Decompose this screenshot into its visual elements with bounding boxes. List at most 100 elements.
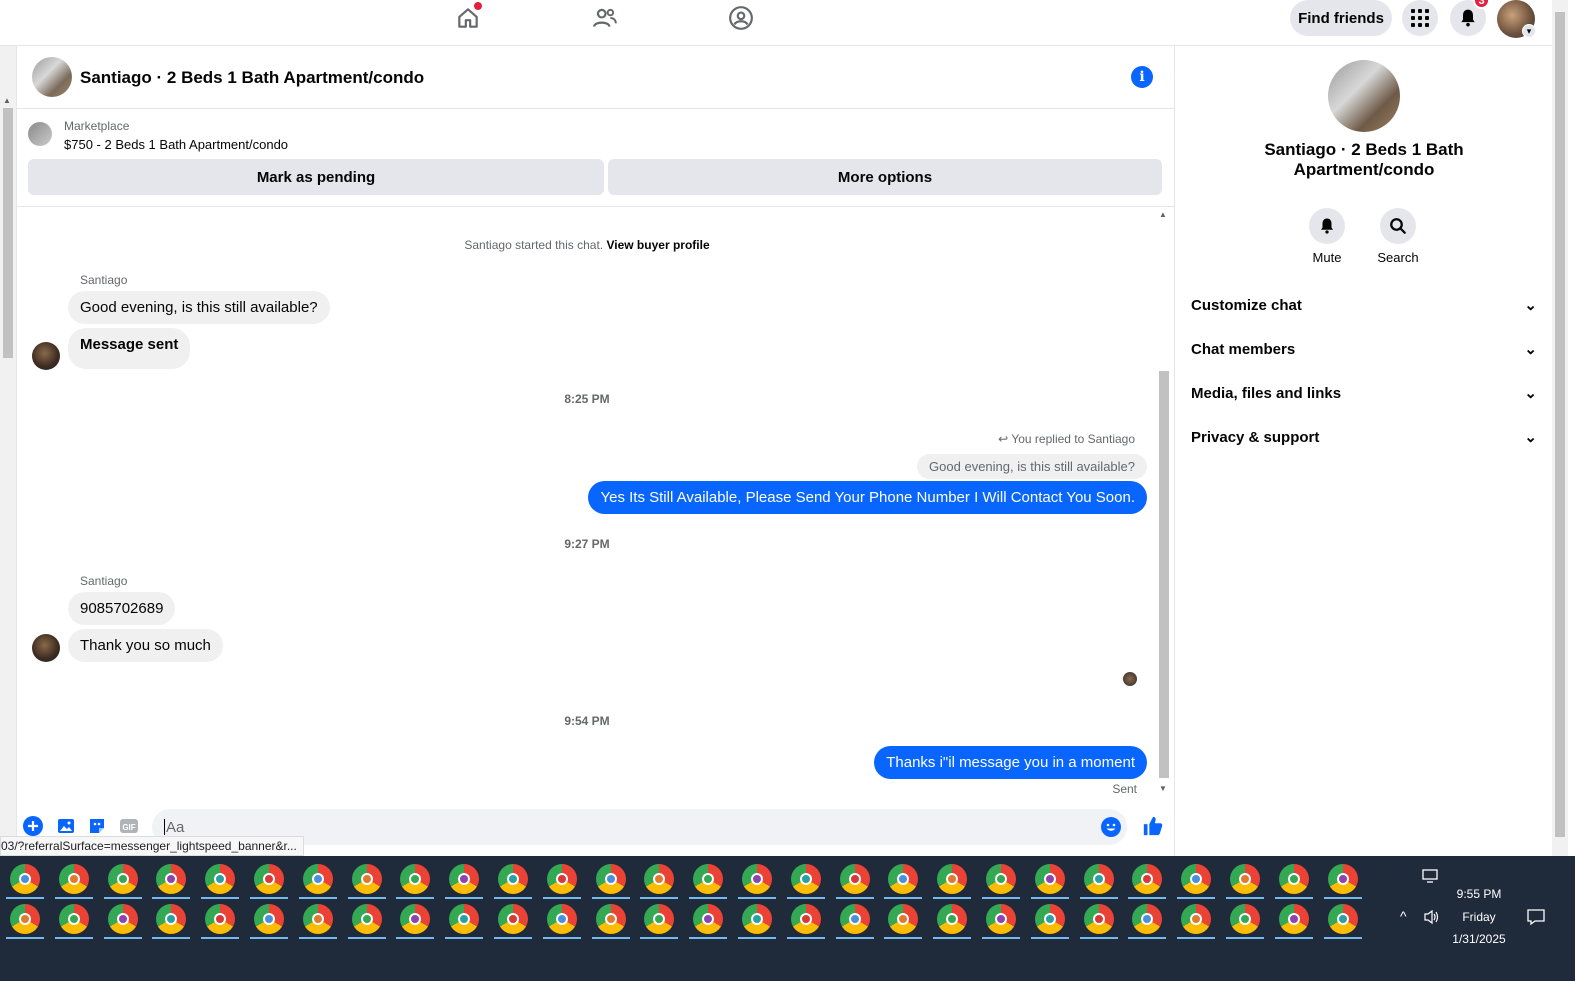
notifications-bell-icon[interactable]: 3 — [1450, 0, 1490, 36]
clock-time[interactable]: 9:55 PM — [1452, 887, 1506, 901]
more-options-button[interactable]: More options — [608, 159, 1162, 195]
chat-info-avatar[interactable] — [1328, 60, 1400, 132]
chrome-taskbar-icon[interactable] — [498, 904, 528, 934]
messages-scrollbar[interactable]: ▲ ▼ — [1157, 208, 1171, 798]
chat-title[interactable]: Santiago · 2 Beds 1 Bath Apartment/condo — [80, 68, 424, 88]
chrome-taskbar-icon[interactable] — [400, 864, 431, 894]
sender-avatar[interactable] — [32, 342, 60, 370]
bell-icon[interactable] — [1309, 208, 1345, 244]
chrome-taskbar-icon[interactable] — [254, 864, 284, 894]
chrome-taskbar-icon[interactable] — [10, 904, 40, 934]
outgoing-message[interactable]: Yes Its Still Available, Please Send You… — [588, 481, 1147, 514]
chevron-down-icon[interactable]: ▾ — [1522, 24, 1536, 38]
chrome-taskbar-icon[interactable] — [10, 864, 40, 894]
chrome-taskbar-icon[interactable] — [888, 904, 919, 934]
view-buyer-profile-link[interactable]: View buyer profile — [606, 238, 709, 252]
chrome-taskbar-icon[interactable] — [1278, 864, 1309, 894]
chrome-taskbar-icon[interactable] — [888, 864, 919, 894]
action-center-icon[interactable] — [1527, 908, 1545, 931]
scroll-up-arrow-icon[interactable]: ▲ — [1159, 210, 1167, 219]
chrome-taskbar-icon[interactable] — [449, 904, 480, 934]
outgoing-message[interactable]: Thanks i"il message you in a moment — [874, 746, 1147, 779]
menu-grid-icon[interactable] — [1402, 0, 1438, 36]
thumbs-up-icon[interactable] — [1141, 814, 1165, 838]
incoming-message[interactable]: Good evening, is this still available? — [68, 291, 330, 324]
chrome-taskbar-icon[interactable] — [644, 904, 675, 934]
find-friends-button[interactable]: Find friends — [1290, 0, 1392, 36]
chrome-taskbar-icon[interactable] — [1083, 864, 1114, 894]
chrome-taskbar-icon[interactable] — [1278, 904, 1309, 934]
customize-chat-section[interactable]: Customize chat ⌄ — [1191, 285, 1537, 325]
chrome-taskbar-icon[interactable] — [595, 904, 626, 934]
chrome-taskbar-icon[interactable] — [302, 864, 333, 894]
photo-icon[interactable] — [56, 816, 76, 836]
privacy-support-section[interactable]: Privacy & support ⌄ — [1191, 417, 1537, 457]
chrome-taskbar-icon[interactable] — [1083, 904, 1114, 934]
listing-title[interactable]: $750 - 2 Beds 1 Bath Apartment/condo — [64, 137, 288, 152]
clock-day[interactable]: Friday — [1452, 910, 1506, 924]
chrome-taskbar-icon[interactable] — [1230, 864, 1260, 894]
sticker-icon[interactable] — [87, 816, 107, 836]
chrome-taskbar-icon[interactable] — [1132, 904, 1163, 934]
chrome-taskbar-icon[interactable] — [986, 864, 1016, 894]
chrome-taskbar-icon[interactable] — [839, 864, 870, 894]
chrome-taskbar-icon[interactable] — [205, 864, 236, 894]
home-icon[interactable] — [452, 2, 484, 32]
listing-thumbnail[interactable] — [28, 122, 52, 146]
emoji-icon[interactable] — [1101, 817, 1121, 837]
chrome-taskbar-icon[interactable] — [1181, 904, 1212, 934]
gif-icon[interactable]: GIF — [119, 816, 139, 836]
clock-date[interactable]: 1/31/2025 — [1448, 932, 1510, 946]
replied-message-quote[interactable]: Good evening, is this still available? — [917, 454, 1147, 479]
left-scrollbar-thumb[interactable] — [3, 108, 13, 358]
sender-avatar[interactable] — [32, 634, 60, 662]
chrome-taskbar-icon[interactable] — [1132, 864, 1163, 894]
chrome-taskbar-icon[interactable] — [693, 904, 724, 934]
chevron-up-icon[interactable]: ^ — [1400, 908, 1407, 924]
chrome-taskbar-icon[interactable] — [790, 864, 821, 894]
chat-members-section[interactable]: Chat members ⌄ — [1191, 329, 1537, 369]
left-scrollbar[interactable]: ▲ — [0, 46, 17, 856]
chrome-taskbar-icon[interactable] — [58, 864, 89, 894]
chrome-taskbar-icon[interactable] — [986, 904, 1016, 934]
chrome-taskbar-icon[interactable] — [107, 904, 138, 934]
chrome-taskbar-icon[interactable] — [1327, 864, 1358, 894]
chrome-taskbar-icon[interactable] — [937, 864, 968, 894]
chrome-taskbar-icon[interactable] — [595, 864, 626, 894]
chrome-taskbar-icon[interactable] — [205, 904, 236, 934]
mute-button[interactable]: Mute — [1297, 208, 1357, 265]
chrome-taskbar-icon[interactable] — [58, 904, 89, 934]
info-icon[interactable]: i — [1131, 66, 1153, 88]
scroll-up-arrow-icon[interactable]: ▲ — [3, 96, 11, 105]
chrome-taskbar-icon[interactable] — [693, 864, 724, 894]
media-files-links-section[interactable]: Media, files and links ⌄ — [1191, 373, 1537, 413]
chrome-taskbar-icon[interactable] — [839, 904, 870, 934]
chrome-taskbar-icon[interactable] — [546, 904, 577, 934]
chrome-taskbar-icon[interactable] — [254, 904, 284, 934]
chrome-taskbar-icon[interactable] — [498, 864, 528, 894]
chrome-taskbar-icon[interactable] — [1230, 904, 1260, 934]
volume-icon[interactable] — [1423, 909, 1441, 930]
incoming-message[interactable]: Message sent — [68, 328, 191, 369]
chat-avatar[interactable] — [32, 57, 72, 97]
incoming-message[interactable]: Thank you so much — [68, 629, 223, 662]
incoming-message[interactable]: 9085702689 — [68, 592, 176, 625]
chrome-taskbar-icon[interactable] — [742, 864, 772, 894]
chrome-taskbar-icon[interactable] — [937, 904, 968, 934]
groups-icon[interactable] — [725, 4, 757, 32]
search-button[interactable]: Search — [1368, 208, 1428, 265]
chrome-taskbar-icon[interactable] — [1327, 904, 1358, 934]
page-scrollbar[interactable] — [1552, 0, 1568, 856]
chrome-taskbar-icon[interactable] — [790, 904, 821, 934]
chrome-taskbar-icon[interactable] — [156, 904, 187, 934]
friends-icon[interactable] — [589, 4, 621, 32]
scroll-down-arrow-icon[interactable]: ▼ — [1159, 784, 1167, 793]
chrome-taskbar-icon[interactable] — [156, 864, 187, 894]
chrome-taskbar-icon[interactable] — [644, 864, 675, 894]
chrome-taskbar-icon[interactable] — [351, 904, 382, 934]
chrome-taskbar-icon[interactable] — [449, 864, 480, 894]
plus-icon[interactable] — [23, 816, 43, 836]
chrome-taskbar-icon[interactable] — [742, 904, 772, 934]
chrome-taskbar-icon[interactable] — [1181, 864, 1212, 894]
mark-as-pending-button[interactable]: Mark as pending — [28, 159, 604, 195]
